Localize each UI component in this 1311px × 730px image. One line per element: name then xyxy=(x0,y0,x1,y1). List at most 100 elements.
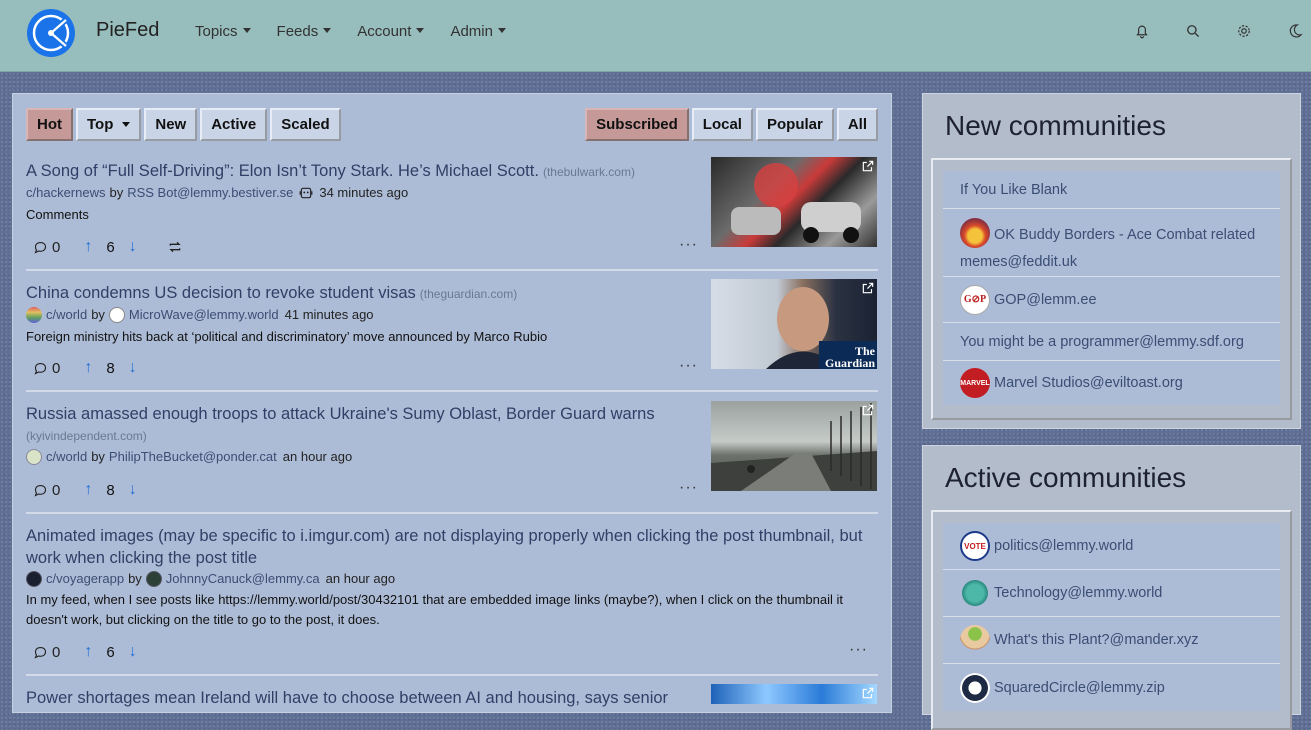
active-communities-box: VOTE politics@lemmy.world Technology@lem… xyxy=(931,510,1292,730)
user-link[interactable]: PhilipTheBucket@ponder.cat xyxy=(109,447,277,467)
comments-button[interactable]: 0 xyxy=(33,360,60,377)
external-link-icon[interactable] xyxy=(861,403,875,417)
bot-icon xyxy=(299,187,313,199)
active-communities-card: Active communities VOTE politics@lemmy.w… xyxy=(922,445,1301,730)
chevron-down-icon xyxy=(323,28,332,33)
comment-icon xyxy=(34,646,47,659)
external-link-icon[interactable] xyxy=(861,159,875,173)
user-link[interactable]: RSS Bot@lemmy.bestiver.se xyxy=(127,183,293,203)
post-title-link[interactable]: Animated images (may be specific to i.im… xyxy=(26,525,878,569)
community-link[interactable]: c/hackernews xyxy=(26,183,105,203)
post-thumbnail[interactable] xyxy=(711,401,877,491)
new-communities-card: New communities If You Like Blank OK Bud… xyxy=(922,93,1301,429)
post-domain: (thebulwark.com) xyxy=(542,165,635,179)
community-list-item[interactable]: OK Buddy Borders - Ace Combat related me… xyxy=(943,209,1280,277)
post-thumbnail[interactable]: The Guardian xyxy=(711,279,877,369)
post-more-menu-button[interactable]: ··· xyxy=(679,357,698,375)
post-title-link[interactable]: Power shortages mean Ireland will have t… xyxy=(26,687,686,709)
community-link[interactable]: c/world xyxy=(46,447,87,467)
post-item: Animated images (may be specific to i.im… xyxy=(26,525,878,630)
comments-button[interactable]: 0 xyxy=(33,239,60,256)
downvote-arrow-icon[interactable]: ↓ xyxy=(129,481,137,499)
post-meta: c/voyagerapp by JohnnyCanuck@lemmy.ca an… xyxy=(26,569,878,589)
guardian-logo: The Guardian xyxy=(824,344,875,369)
menu-account[interactable]: Account xyxy=(357,23,425,40)
user-link[interactable]: MicroWave@lemmy.world xyxy=(129,305,279,325)
plant-avatar-icon xyxy=(960,625,990,655)
post-divider xyxy=(26,390,878,392)
post-time: 41 minutes ago xyxy=(284,307,374,322)
upvote-arrow-icon[interactable]: ↑ xyxy=(84,643,92,661)
community-avatar-icon xyxy=(960,218,990,248)
marvel-logo-icon: MARVEL xyxy=(960,368,990,398)
post-more-menu-button[interactable]: ··· xyxy=(849,641,868,659)
downvote-arrow-icon[interactable]: ↓ xyxy=(129,359,137,377)
community-list-item[interactable]: What's this Plant?@mander.xyz xyxy=(943,617,1280,664)
menu-topics[interactable]: Topics xyxy=(195,23,251,40)
post-body: In my feed, when I see posts like https:… xyxy=(26,592,844,627)
user-link[interactable]: JohnnyCanuck@lemmy.ca xyxy=(166,569,320,589)
crosspost-icon[interactable] xyxy=(167,239,183,255)
comments-button[interactable]: 0 xyxy=(33,482,60,499)
community-link[interactable]: c/world xyxy=(46,305,87,325)
upvote-arrow-icon[interactable]: ↑ xyxy=(84,359,92,377)
post-divider xyxy=(26,512,878,514)
community-list-item[interactable]: If You Like Blank xyxy=(943,171,1280,209)
filter-all-button[interactable]: All xyxy=(836,108,878,141)
upvote-arrow-icon[interactable]: ↑ xyxy=(84,481,92,499)
post-time: an hour ago xyxy=(282,449,353,464)
post-more-menu-button[interactable]: ··· xyxy=(679,236,698,254)
community-list-item[interactable]: You might be a programmer@lemmy.sdf.org xyxy=(943,323,1280,361)
menu-feeds[interactable]: Feeds xyxy=(277,23,332,40)
post-actions: 0 ↑ 6 ↓ xyxy=(33,643,137,661)
downvote-arrow-icon[interactable]: ↓ xyxy=(129,238,137,256)
post-divider xyxy=(26,674,878,676)
comments-button[interactable]: 0 xyxy=(33,644,60,661)
external-link-icon[interactable] xyxy=(861,281,875,295)
post-score: 8 xyxy=(106,359,115,377)
bell-icon[interactable] xyxy=(1133,22,1151,40)
downvote-arrow-icon[interactable]: ↓ xyxy=(129,643,137,661)
sort-top-button[interactable]: Top xyxy=(76,108,142,141)
brand-name[interactable]: PieFed xyxy=(96,19,159,42)
community-list-item[interactable]: Technology@lemmy.world xyxy=(943,570,1280,617)
menu-admin[interactable]: Admin xyxy=(450,23,506,40)
by-label: by xyxy=(128,571,142,586)
filter-local-button[interactable]: Local xyxy=(691,108,753,141)
filter-popular-button[interactable]: Popular xyxy=(755,108,834,141)
user-avatar-icon xyxy=(108,307,125,323)
community-link[interactable]: c/voyagerapp xyxy=(46,569,124,589)
community-list-item[interactable]: VOTE politics@lemmy.world xyxy=(943,523,1280,570)
post-actions: 0 ↑ 8 ↓ xyxy=(33,481,137,499)
comment-icon xyxy=(34,362,47,375)
search-icon[interactable] xyxy=(1184,22,1202,40)
gop-logo-icon: G⊘P xyxy=(960,284,990,315)
external-link-icon[interactable] xyxy=(861,686,875,700)
thumbnail-image xyxy=(711,403,877,491)
post-divider xyxy=(26,269,878,271)
community-list-item[interactable]: SquaredCircle@lemmy.zip xyxy=(943,664,1280,711)
gear-icon[interactable] xyxy=(1235,22,1253,40)
post-thumbnail[interactable] xyxy=(711,157,877,247)
filter-subscribed-button[interactable]: Subscribed xyxy=(585,108,689,141)
sort-hot-button[interactable]: Hot xyxy=(26,108,73,141)
active-communities-heading: Active communities xyxy=(945,462,1187,493)
sort-active-button[interactable]: Active xyxy=(200,108,268,141)
user-avatar-icon xyxy=(145,571,162,587)
chevron-down-icon xyxy=(122,122,131,127)
community-list-item[interactable]: MARVEL Marvel Studios@eviltoast.org xyxy=(943,361,1280,405)
community-list-item[interactable]: G⊘P GOP@lemm.ee xyxy=(943,277,1280,323)
piefed-logo-icon[interactable] xyxy=(26,8,76,58)
sort-scaled-button[interactable]: Scaled xyxy=(270,108,341,141)
post-more-menu-button[interactable]: ··· xyxy=(679,479,698,497)
chevron-down-icon xyxy=(416,28,425,33)
comment-icon xyxy=(34,241,47,254)
dark-mode-moon-icon[interactable] xyxy=(1286,22,1304,40)
post-domain: (theguardian.com) xyxy=(419,287,518,301)
comment-icon xyxy=(34,484,47,497)
upvote-arrow-icon[interactable]: ↑ xyxy=(84,238,92,256)
post-thumbnail[interactable] xyxy=(711,684,877,704)
community-avatar-icon xyxy=(26,449,42,465)
sort-new-button[interactable]: New xyxy=(144,108,198,141)
squaredcircle-avatar-icon xyxy=(960,672,990,703)
